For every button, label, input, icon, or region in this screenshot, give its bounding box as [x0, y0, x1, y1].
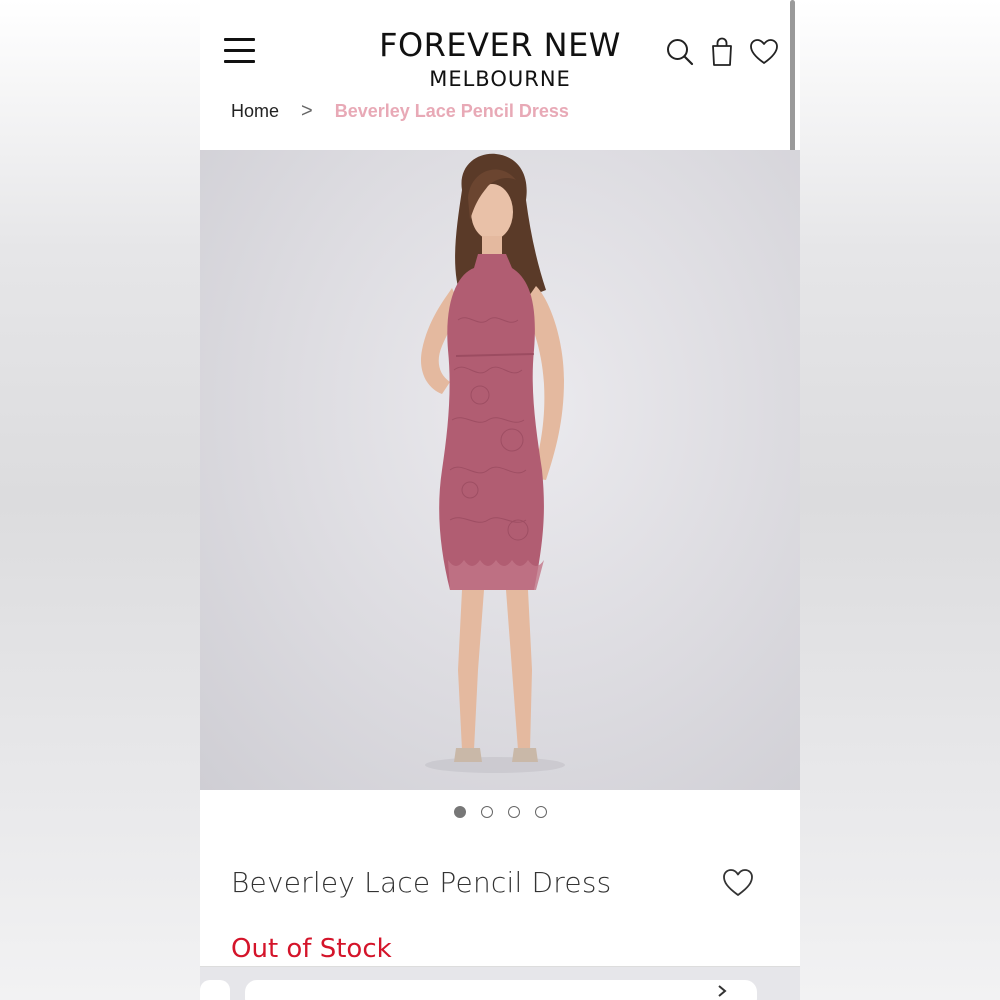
- brand-location: MELBOURNE: [429, 67, 571, 91]
- breadcrumb: Home > Beverley Lace Pencil Dress: [231, 98, 569, 124]
- bag-icon[interactable]: [706, 36, 738, 68]
- heart-icon[interactable]: [748, 36, 780, 68]
- pagination-dot-1[interactable]: [453, 806, 466, 818]
- product-image[interactable]: [200, 150, 800, 790]
- breadcrumb-home[interactable]: Home: [231, 101, 279, 122]
- background-right: [800, 0, 1000, 1000]
- search-icon[interactable]: [664, 36, 696, 68]
- site-header: FOREVER NEW MELBOURNE: [200, 0, 800, 104]
- bottom-toolbar: [200, 966, 800, 1000]
- brand-name: FOREVER NEW: [379, 26, 621, 64]
- pagination-dot-3[interactable]: [507, 806, 520, 818]
- brand-logo[interactable]: FOREVER NEW MELBOURNE: [350, 26, 650, 92]
- chevron-right-icon: [718, 985, 727, 997]
- wishlist-heart-icon[interactable]: [721, 866, 755, 900]
- product-title: Beverley Lace Pencil Dress: [231, 866, 612, 899]
- background-left: [0, 0, 200, 1000]
- chevron-right-icon: >: [301, 99, 313, 122]
- bottom-left-button[interactable]: [200, 980, 230, 1000]
- pagination-dot-2[interactable]: [480, 806, 493, 818]
- image-pagination: [200, 806, 800, 820]
- pagination-dot-4[interactable]: [534, 806, 547, 818]
- breadcrumb-current: Beverley Lace Pencil Dress: [334, 100, 569, 121]
- mobile-page: FOREVER NEW MELBOURNE Home > Beverley La…: [200, 0, 800, 1000]
- model-photo: [420, 153, 565, 773]
- stock-status: Out of Stock: [231, 934, 392, 964]
- menu-icon[interactable]: [224, 38, 258, 66]
- bottom-action-button[interactable]: [245, 980, 757, 1000]
